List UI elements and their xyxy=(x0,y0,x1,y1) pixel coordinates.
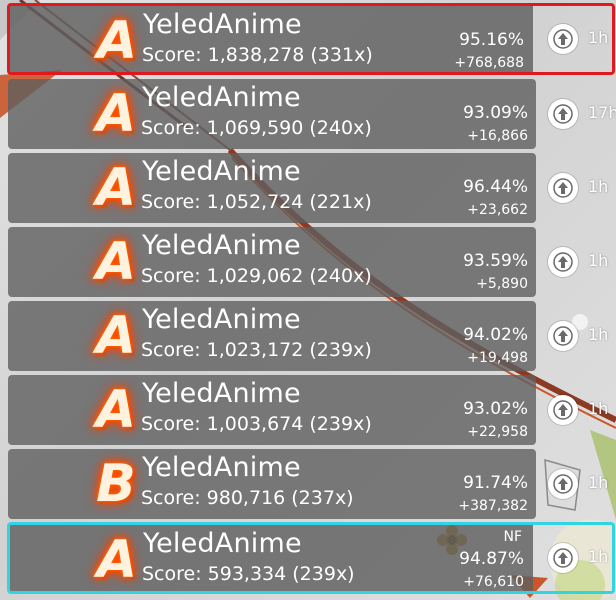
grade-icon: A xyxy=(95,306,137,366)
accuracy: 93.09% xyxy=(463,103,528,123)
accuracy: 91.74% xyxy=(463,473,528,493)
performance-points: +16,866 xyxy=(467,128,528,144)
grade-icon: A xyxy=(95,380,137,440)
score-row[interactable]: A YeledAnime Score: 1,069,590 (240x) 93.09%… xyxy=(8,79,536,149)
arrow-up-icon xyxy=(548,24,578,54)
performance-points: +22,958 xyxy=(467,424,528,440)
score-text: Score: 593,334 (239x) xyxy=(142,563,355,585)
mods-label: NF xyxy=(503,529,522,545)
score-row[interactable]: A YeledAnime Score: 1,003,674 (239x) 93.02%… xyxy=(8,375,536,445)
performance-points: +768,688 xyxy=(454,55,524,71)
accuracy: 94.02% xyxy=(463,325,528,345)
score-text: Score: 1,838,278 (331x) xyxy=(142,44,373,66)
arrow-up-icon xyxy=(548,395,578,425)
score-text: Score: 1,003,674 (239x) xyxy=(141,413,372,435)
accuracy: 93.59% xyxy=(463,251,528,271)
player-name[interactable]: YeledAnime xyxy=(142,378,301,409)
player-name[interactable]: YeledAnime xyxy=(142,304,301,335)
time-ago: 1h xyxy=(588,177,609,196)
time-ago: 1h xyxy=(588,28,609,47)
performance-points: +76,610 xyxy=(463,574,524,590)
performance-points: +5,890 xyxy=(476,276,528,292)
player-name[interactable]: YeledAnime xyxy=(142,452,301,483)
time-ago: 1h xyxy=(588,547,609,566)
grade-icon: A xyxy=(95,232,137,292)
grade-icon: A xyxy=(95,84,137,144)
grade-icon: B xyxy=(96,454,136,514)
player-name[interactable]: YeledAnime xyxy=(142,156,301,187)
score-row[interactable]: A YeledAnime Score: 1,023,172 (239x) 94.02%… xyxy=(8,301,536,371)
performance-points: +387,382 xyxy=(458,498,528,514)
time-ago: 1h xyxy=(588,251,609,270)
arrow-up-icon xyxy=(548,247,578,277)
score-text: Score: 1,023,172 (239x) xyxy=(141,339,372,361)
performance-points: +19,498 xyxy=(467,350,528,366)
grade-icon: A xyxy=(95,158,137,218)
accuracy: 96.44% xyxy=(463,177,528,197)
grade-icon: A xyxy=(96,11,138,71)
score-row[interactable]: A YeledAnime Score: 1,029,062 (240x) 93.59%… xyxy=(8,227,536,297)
time-ago: 1h xyxy=(588,473,609,492)
player-name[interactable]: YeledAnime xyxy=(143,9,302,40)
score-text: Score: 1,052,724 (221x) xyxy=(141,191,372,213)
time-ago: 17h xyxy=(588,103,616,122)
score-text: Score: 1,069,590 (240x) xyxy=(141,117,372,139)
accuracy: 93.02% xyxy=(463,399,528,419)
player-name[interactable]: YeledAnime xyxy=(142,230,301,261)
score-row[interactable]: A YeledAnime Score: 593,334 (239x) NF 94.87%… xyxy=(7,522,615,594)
arrow-up-icon xyxy=(548,543,578,573)
arrow-up-icon xyxy=(548,173,578,203)
score-text: Score: 980,716 (237x) xyxy=(141,487,354,509)
arrow-up-icon xyxy=(548,321,578,351)
arrow-up-icon xyxy=(548,99,578,129)
score-row[interactable]: A YeledAnime Score: 1,052,724 (221x) 96.44%… xyxy=(8,153,536,223)
player-name[interactable]: YeledAnime xyxy=(143,528,302,559)
score-row[interactable]: A YeledAnime Score: 1,838,278 (331x) 95.16%… xyxy=(7,3,615,75)
score-row[interactable]: B YeledAnime Score: 980,716 (237x) 91.74% +3… xyxy=(8,449,536,519)
accuracy: 95.16% xyxy=(459,30,524,50)
grade-icon: A xyxy=(96,530,138,590)
arrow-up-icon xyxy=(548,469,578,499)
score-text: Score: 1,029,062 (240x) xyxy=(141,265,372,287)
accuracy: 94.87% xyxy=(459,549,524,569)
player-name[interactable]: YeledAnime xyxy=(142,82,301,113)
performance-points: +23,662 xyxy=(467,202,528,218)
time-ago: 1h xyxy=(588,399,609,418)
time-ago: 1h xyxy=(588,325,609,344)
